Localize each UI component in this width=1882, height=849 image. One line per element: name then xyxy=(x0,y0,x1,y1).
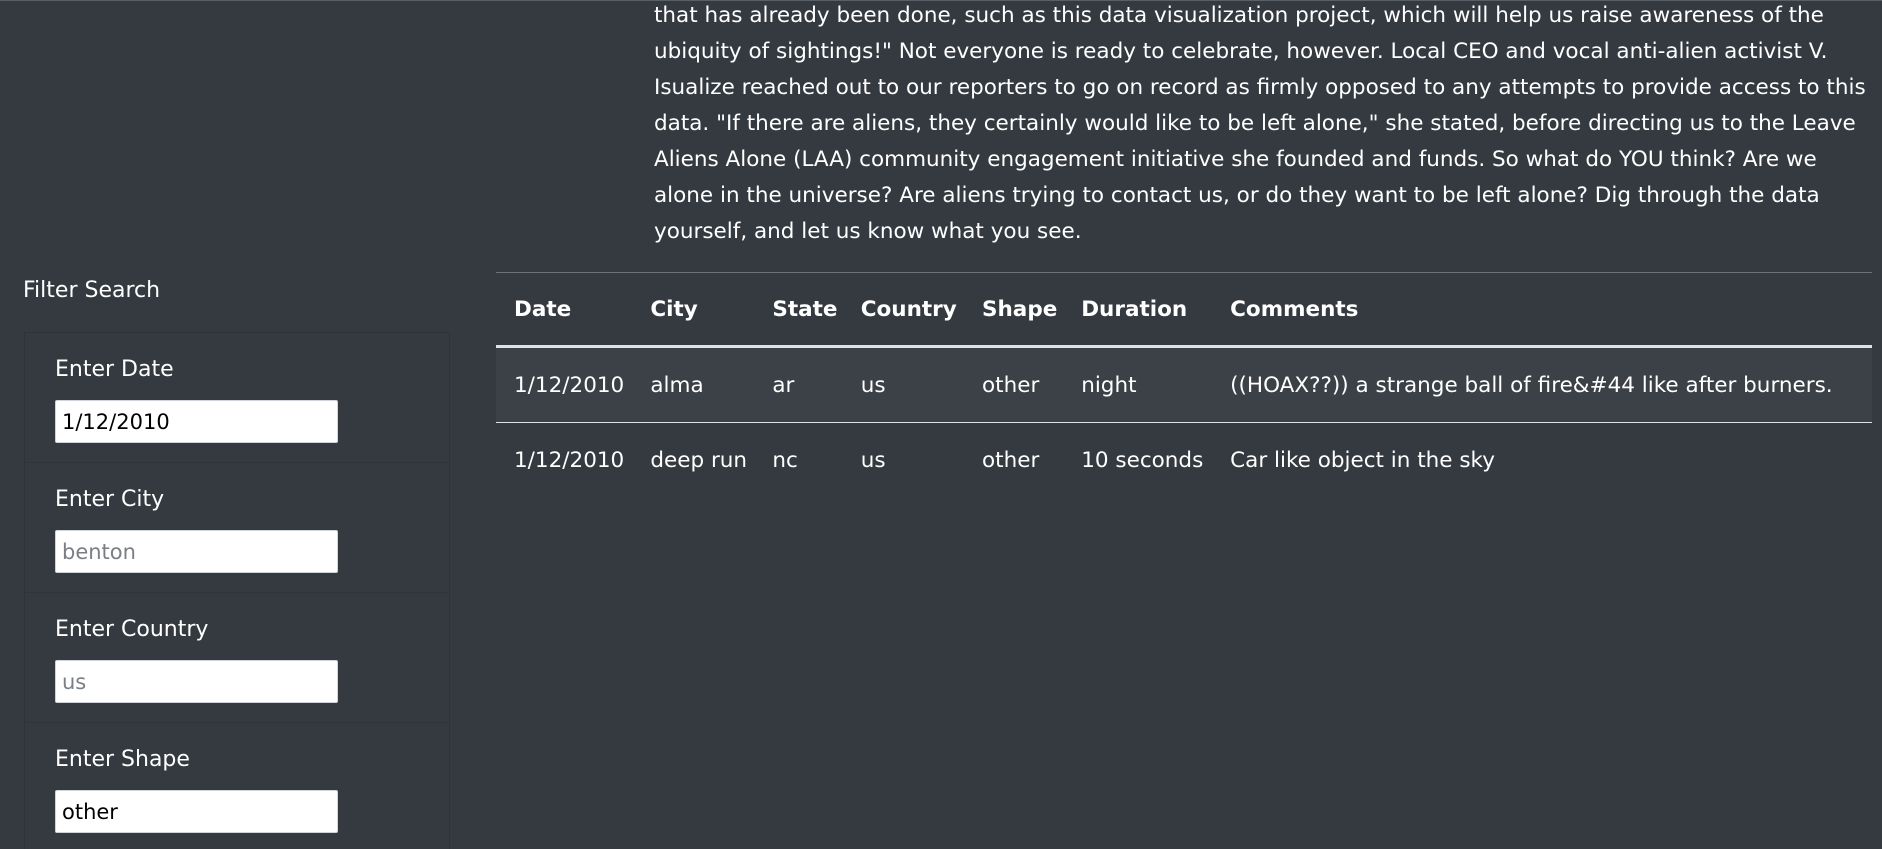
ufo-table-container: Date City State Country Shape Duration C… xyxy=(496,272,1872,497)
date-input[interactable] xyxy=(55,400,338,443)
cell-city: alma xyxy=(650,372,704,398)
cell-city: deep run xyxy=(650,447,748,473)
filter-item-shape: Enter Shape xyxy=(25,723,449,849)
cell-comments: ((HOAX??)) a strange ball of fire&#44 li… xyxy=(1230,372,1833,398)
ufo-table: Date City State Country Shape Duration C… xyxy=(496,272,1872,497)
header-country: Country xyxy=(860,296,957,322)
cell-duration: night xyxy=(1081,372,1137,398)
country-input[interactable] xyxy=(55,660,338,703)
shape-label: Enter Shape xyxy=(55,747,190,772)
filter-item-country: Enter Country xyxy=(25,593,449,723)
cell-state: nc xyxy=(772,447,798,473)
filter-search-title: Filter Search xyxy=(23,278,161,303)
header-state: State xyxy=(772,296,838,322)
city-label: Enter City xyxy=(55,487,165,512)
cell-state: ar xyxy=(772,372,795,398)
header-date: Date xyxy=(514,296,572,322)
filter-item-date: Enter Date xyxy=(25,333,449,463)
header-shape: Shape xyxy=(982,296,1058,322)
shape-input[interactable] xyxy=(55,790,338,833)
page: that has already been done, such as this… xyxy=(0,0,1882,849)
cell-date: 1/12/2010 xyxy=(514,372,625,398)
cell-comments: Car like object in the sky xyxy=(1230,447,1495,473)
filter-list: Enter Date Enter City Enter Country Ente… xyxy=(24,332,450,849)
filter-item-city: Enter City xyxy=(25,463,449,593)
cell-country: us xyxy=(860,447,886,473)
cell-shape: other xyxy=(982,447,1040,473)
header-city: City xyxy=(650,296,698,322)
table-row: 1/12/2010 alma ar us other night ((HOAX?… xyxy=(496,346,1872,423)
header-duration: Duration xyxy=(1081,296,1188,322)
date-label: Enter Date xyxy=(55,357,174,382)
article-text: that has already been done, such as this… xyxy=(654,3,1866,244)
city-input[interactable] xyxy=(55,530,338,573)
header-comments: Comments xyxy=(1230,296,1359,322)
cell-date: 1/12/2010 xyxy=(514,447,625,473)
table-header-row: Date City State Country Shape Duration C… xyxy=(496,272,1872,347)
cell-duration: 10 seconds xyxy=(1081,447,1204,473)
country-label: Enter Country xyxy=(55,617,209,642)
table-row: 1/12/2010 deep run nc us other 10 second… xyxy=(496,423,1872,498)
cell-shape: other xyxy=(982,372,1040,398)
cell-country: us xyxy=(860,372,886,398)
